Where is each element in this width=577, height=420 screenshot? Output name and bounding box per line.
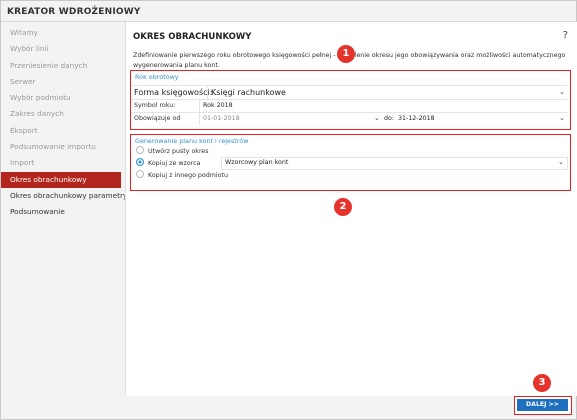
option-kopiuj-z-podmiotu[interactable]: Kopiuj z innego podmiotu — [136, 170, 228, 182]
sidebar-item-zakres-danych[interactable]: Zakres danych — [1, 106, 121, 122]
sidebar-item-wybor-podmiotu[interactable]: Wybór podmiotu — [1, 90, 121, 106]
symbol-roku-input[interactable]: Rok 2018 — [203, 99, 233, 112]
option-utworz-pusty[interactable]: Utwórz pusty okres — [136, 146, 209, 158]
sidebar-item-wybor-linii[interactable]: Wybór linii — [1, 41, 121, 57]
symbol-roku-label: Symbol roku: — [134, 102, 176, 109]
option-kopiuj-ze-wzorca[interactable]: Kopiuj ze wzorca — [136, 158, 200, 170]
symbol-roku-row: Symbol roku: Rok 2018 — [131, 99, 568, 113]
radio-icon[interactable] — [136, 146, 144, 154]
option-label: Kopiuj ze wzorca — [148, 160, 201, 167]
obowiazuje-row: Obowiązuje od 01-01-2018 ⌄ do: 31-12-201… — [131, 112, 568, 125]
date-from-input[interactable]: 01-01-2018 — [203, 112, 240, 125]
rok-obrotowy-group: Rok obrotowy Forma księgowości: Księgi r… — [130, 70, 571, 130]
sidebar-item-import[interactable]: Import — [1, 155, 121, 171]
field-divider — [199, 99, 200, 112]
sidebar-item-okres-obrachunkowy[interactable]: Okres obrachunkowy — [1, 171, 121, 188]
option-label: Kopiuj z innego podmiotu — [148, 172, 228, 179]
generowanie-header: Generowanie planu kont i rejestrów — [135, 137, 249, 145]
callout-badge-3: 3 — [533, 374, 551, 392]
wizard-window: KREATOR WDROŻENIOWY Witamy Wybór linii P… — [0, 0, 577, 420]
sidebar-item-eksport[interactable]: Eksport — [1, 123, 121, 139]
field-divider — [199, 112, 200, 125]
page-title: OKRES OBRACHUNKOWY — [133, 32, 252, 42]
date-from-chevron-icon[interactable]: ⌄ — [374, 112, 380, 125]
radio-selected-icon[interactable] — [136, 158, 144, 166]
forma-ksiegowosci-row: Forma księgowości: Księgi rachunkowe ⌄ — [131, 85, 568, 100]
sidebar: Witamy Wybór linii Przeniesienie danych … — [1, 25, 127, 221]
help-icon[interactable]: ? — [563, 30, 568, 41]
forma-ksiegowosci-select[interactable]: Księgi rachunkowe — [211, 86, 286, 99]
date-to-chevron-icon[interactable]: ⌄ — [559, 112, 565, 125]
field-divider — [207, 86, 208, 99]
callout-badge-1: 1 — [337, 45, 355, 63]
next-button[interactable]: DALEJ >> — [517, 399, 568, 411]
obowiazuje-do-label: do: — [384, 115, 394, 122]
app-title: KREATOR WDROŻENIOWY — [7, 7, 141, 17]
sidebar-item-serwer[interactable]: Serwer — [1, 74, 121, 90]
next-button-highlight: DALEJ >> — [514, 396, 572, 415]
radio-icon[interactable] — [136, 170, 144, 178]
callout-badge-2: 2 — [334, 198, 352, 216]
wzorzec-select[interactable]: Wzorcowy plan kont ⌄ — [221, 157, 568, 170]
chevron-down-icon[interactable]: ⌄ — [558, 157, 564, 168]
rok-obrotowy-header: Rok obrotowy — [135, 73, 179, 81]
wzorzec-value: Wzorcowy plan kont — [225, 159, 289, 166]
sidebar-item-podsumowanie[interactable]: Podsumowanie — [1, 204, 121, 220]
sidebar-item-okres-obrachunkowy-parametry[interactable]: Okres obrachunkowy parametry — [1, 188, 127, 204]
obowiazuje-od-label: Obowiązuje od — [134, 115, 181, 122]
option-label: Utwórz pusty okres — [148, 148, 209, 155]
sidebar-item-przeniesienie-danych[interactable]: Przeniesienie danych — [1, 58, 121, 74]
date-to-input[interactable]: 31-12-2018 — [398, 112, 435, 125]
sidebar-item-podsumowanie-importu[interactable]: Podsumowanie importu — [1, 139, 121, 155]
chevron-down-icon[interactable]: ⌄ — [559, 86, 565, 99]
sidebar-item-witamy[interactable]: Witamy — [1, 25, 121, 41]
forma-ksiegowosci-label: Forma księgowości: — [134, 88, 213, 97]
generowanie-group: Generowanie planu kont i rejestrów Utwór… — [130, 134, 571, 191]
